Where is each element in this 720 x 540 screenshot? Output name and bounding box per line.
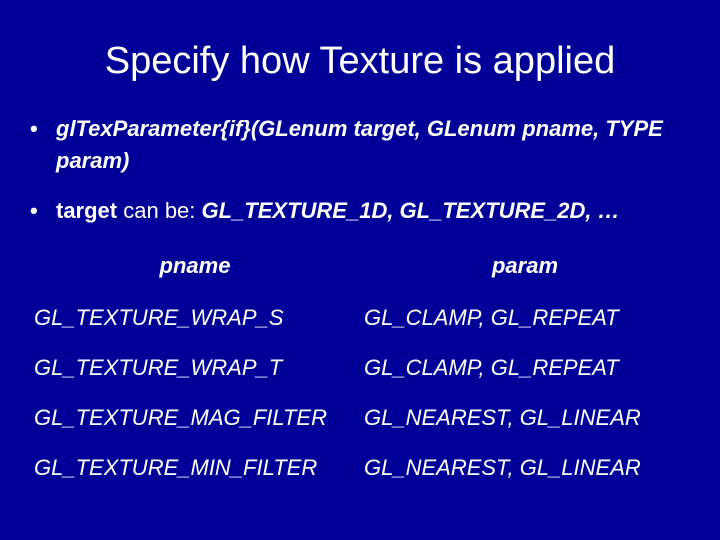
target-mid: can be:: [117, 198, 201, 223]
cell-param: GL_NEAREST, GL_LINEAR: [360, 443, 690, 493]
header-pname: pname: [30, 245, 360, 293]
header-param: param: [360, 245, 690, 293]
table-row: GL_TEXTURE_MAG_FILTER GL_NEAREST, GL_LIN…: [30, 393, 690, 443]
cell-pname: GL_TEXTURE_MAG_FILTER: [30, 393, 360, 443]
bullet-item-1: • glTexParameter{if}(GLenum target, GLen…: [30, 113, 690, 177]
cell-param: GL_CLAMP, GL_REPEAT: [360, 343, 690, 393]
bullet-dot: •: [30, 113, 56, 177]
table-row: GL_TEXTURE_MIN_FILTER GL_NEAREST, GL_LIN…: [30, 443, 690, 493]
cell-pname: GL_TEXTURE_WRAP_T: [30, 343, 360, 393]
bullet-dot: •: [30, 195, 56, 227]
bullet-1-content: glTexParameter{if}(GLenum target, GLenum…: [56, 113, 690, 177]
fn-line2: param): [56, 148, 129, 173]
cell-pname: GL_TEXTURE_MIN_FILTER: [30, 443, 360, 493]
bullet-2-content: target can be: GL_TEXTURE_1D, GL_TEXTURE…: [56, 195, 690, 227]
table-row: GL_TEXTURE_WRAP_T GL_CLAMP, GL_REPEAT: [30, 343, 690, 393]
table-row: GL_TEXTURE_WRAP_S GL_CLAMP, GL_REPEAT: [30, 293, 690, 343]
target-values: GL_TEXTURE_1D, GL_TEXTURE_2D, …: [202, 198, 620, 223]
cell-pname: GL_TEXTURE_WRAP_S: [30, 293, 360, 343]
target-label: target: [56, 198, 117, 223]
params-table: pname param GL_TEXTURE_WRAP_S GL_CLAMP, …: [30, 245, 690, 493]
fn-suffix: }(GLenum target, GLenum pname, TYPE: [242, 116, 663, 141]
fn-types: if: [229, 116, 242, 141]
page-title: Specify how Texture is applied: [30, 40, 690, 83]
slide: Specify how Texture is applied • glTexPa…: [0, 0, 720, 540]
bullet-list: • glTexParameter{if}(GLenum target, GLen…: [30, 113, 690, 227]
table-header-row: pname param: [30, 245, 690, 293]
cell-param: GL_NEAREST, GL_LINEAR: [360, 393, 690, 443]
cell-param: GL_CLAMP, GL_REPEAT: [360, 293, 690, 343]
bullet-item-2: • target can be: GL_TEXTURE_1D, GL_TEXTU…: [30, 195, 690, 227]
fn-prefix: glTexParameter{: [56, 116, 229, 141]
